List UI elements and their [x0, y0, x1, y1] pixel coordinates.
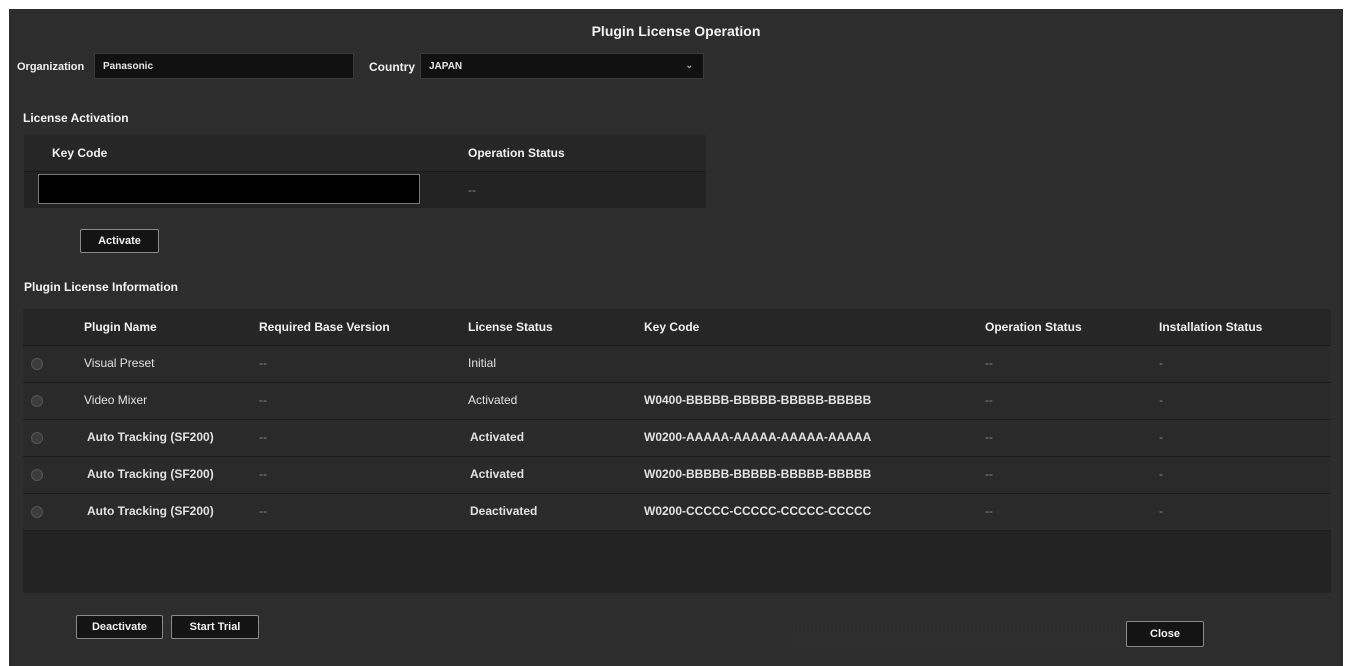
plugin-license-window: Plugin License Operation Organization Pa… — [9, 9, 1343, 666]
base-version: -- — [259, 356, 267, 370]
installation-status: - — [1159, 393, 1163, 407]
operation-status: -- — [985, 467, 993, 481]
base-version: -- — [259, 430, 267, 444]
organization-field[interactable]: Panasonic — [94, 53, 354, 79]
license-status: Initial — [468, 356, 497, 370]
chevron-down-icon: ⌄ — [685, 60, 693, 70]
plugin-name: Auto Tracking (SF200) — [87, 467, 214, 481]
plugin-info-table: Plugin Name Required Base Version Licens… — [23, 309, 1331, 593]
installation-status: - — [1159, 467, 1163, 481]
radio-icon[interactable] — [31, 432, 43, 444]
country-select[interactable]: JAPAN ⌄ — [420, 53, 704, 79]
license-status: Activated — [468, 393, 518, 407]
col-required-base-version: Required Base Version — [259, 320, 390, 334]
base-version: -- — [259, 504, 267, 518]
activation-table-header: Key Code Operation Status — [24, 135, 706, 172]
operation-status: -- — [985, 430, 993, 444]
key-code: W0200-AAAAA-AAAAA-AAAAA-AAAAA — [644, 430, 872, 444]
table-row[interactable]: Auto Tracking (SF200) -- Deactivated W02… — [23, 494, 1331, 531]
operation-status: -- — [985, 356, 993, 370]
key-code: W0200-BBBBB-BBBBB-BBBBB-BBBBB — [644, 467, 872, 481]
base-version: -- — [259, 393, 267, 407]
installation-status: - — [1159, 430, 1163, 444]
installation-status: - — [1159, 504, 1163, 518]
license-status: Activated — [470, 430, 525, 444]
installation-status: - — [1159, 356, 1163, 370]
col-operation-status: Operation Status — [985, 320, 1082, 334]
base-version: -- — [259, 467, 267, 481]
col-plugin-name: Plugin Name — [84, 320, 157, 334]
table-row[interactable]: Video Mixer -- Activated W0400-BBBBB-BBB… — [23, 383, 1331, 420]
col-key-code: Key Code — [644, 320, 700, 334]
table-row[interactable]: Visual Preset -- Initial -- - — [23, 346, 1331, 383]
radio-icon[interactable] — [31, 395, 43, 407]
country-label: Country — [369, 60, 415, 74]
license-status: Activated — [470, 467, 525, 481]
close-button[interactable]: Close — [1126, 621, 1204, 647]
col-license-status: License Status — [468, 320, 553, 334]
col-installation-status: Installation Status — [1159, 320, 1263, 334]
table-row[interactable]: Auto Tracking (SF200) -- Activated W0200… — [23, 457, 1331, 494]
window-title: Plugin License Operation — [591, 23, 761, 39]
radio-icon[interactable] — [31, 358, 43, 370]
key-code-input[interactable] — [38, 174, 420, 204]
radio-icon[interactable] — [31, 469, 43, 481]
plugin-name: Visual Preset — [84, 356, 155, 370]
country-value: JAPAN — [429, 60, 463, 72]
activate-button[interactable]: Activate — [80, 229, 159, 253]
start-trial-button[interactable]: Start Trial — [171, 615, 259, 639]
plugin-info-header: Plugin Name Required Base Version Licens… — [23, 309, 1331, 346]
plugin-name: Auto Tracking (SF200) — [87, 430, 214, 444]
plugin-info-title: Plugin License Information — [24, 280, 179, 294]
radio-icon[interactable] — [31, 506, 43, 518]
activation-operation-status: -- — [468, 183, 476, 197]
col-key-code: Key Code — [52, 146, 108, 160]
col-operation-status: Operation Status — [468, 146, 565, 160]
progress-bar — [791, 629, 1121, 649]
license-status: Deactivated — [470, 504, 538, 518]
table-row[interactable]: Auto Tracking (SF200) -- Activated W0200… — [23, 420, 1331, 457]
key-code: W0400-BBBBB-BBBBB-BBBBB-BBBBB — [644, 393, 872, 407]
plugin-name: Video Mixer — [84, 393, 148, 407]
organization-label: Organization — [17, 61, 85, 73]
plugin-name: Auto Tracking (SF200) — [87, 504, 214, 518]
key-code: W0200-CCCCC-CCCCC-CCCCC-CCCCC — [644, 504, 872, 518]
organization-value: Panasonic — [103, 60, 154, 72]
operation-status: -- — [985, 504, 993, 518]
license-activation-title: License Activation — [23, 111, 129, 125]
operation-status: -- — [985, 393, 993, 407]
deactivate-button[interactable]: Deactivate — [76, 615, 163, 639]
